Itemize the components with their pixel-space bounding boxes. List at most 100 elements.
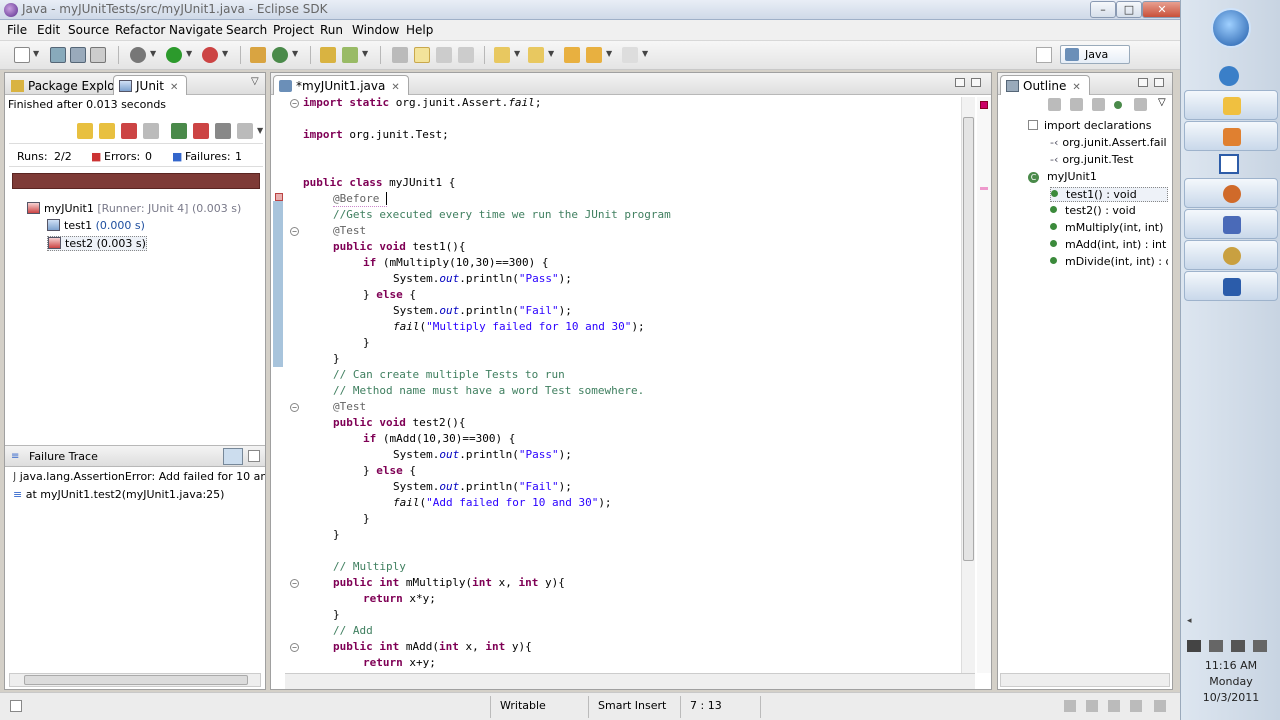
hide-non-public-icon[interactable] [1114,101,1122,109]
new-dropdown-icon[interactable]: ▼ [33,49,39,58]
test-suite-row[interactable]: myJUnit1 [Runner: JUnit 4] (0.003 s) [27,202,241,215]
forward-dropdown-icon[interactable]: ▼ [642,49,648,58]
clock-time[interactable]: 11:16 AM [1181,659,1280,672]
scroll-lock-icon[interactable] [143,123,159,139]
editor-horizontal-scrollbar[interactable] [285,673,975,689]
taskbar-button[interactable] [1184,90,1278,120]
search-dropdown-icon[interactable]: ▼ [362,49,368,58]
menu-source[interactable]: Source [68,23,109,37]
fold-toggle-icon[interactable]: − [290,403,299,412]
close-editor-tab-icon[interactable]: ✕ [391,82,399,93]
save-all-icon[interactable] [70,47,86,63]
previous-annotation-dropdown-icon[interactable]: ▼ [548,49,554,58]
scrollbar-thumb[interactable] [963,117,974,561]
next-failure-icon[interactable] [77,123,93,139]
last-edit-location-icon[interactable] [564,47,580,63]
outline-item-class[interactable]: CmyJUnit1 [1028,170,1198,183]
menu-navigate[interactable]: Navigate [169,23,223,37]
taskbar-button[interactable] [1184,209,1278,239]
open-task-icon[interactable] [342,47,358,63]
block-selection-icon[interactable] [436,47,452,63]
flag-icon[interactable] [1187,640,1201,652]
hide-static-icon[interactable] [1092,98,1105,111]
status-tool-icon[interactable] [1064,700,1076,712]
outline-item-method[interactable]: test2() : void [1050,204,1168,217]
menu-search[interactable]: Search [226,23,267,37]
overview-marker[interactable] [980,187,988,190]
menu-refactor[interactable]: Refactor [115,23,165,37]
status-tool-icon[interactable] [1108,700,1120,712]
close-outline-tab-icon[interactable]: ✕ [1072,82,1080,93]
show-failures-only-icon[interactable] [121,123,137,139]
device-icon[interactable] [1209,640,1223,652]
run-dropdown-icon[interactable]: ▼ [186,49,192,58]
menu-run[interactable]: Run [320,23,343,37]
outline-item-method[interactable]: mAdd(int, int) : int [1050,238,1168,251]
print-icon[interactable] [90,47,106,63]
close-button[interactable]: ✕ [1142,1,1182,18]
fold-toggle-icon[interactable]: − [290,99,299,108]
trace-line[interactable]: ≡ at myJUnit1.test2(myJUnit1.java:25) [13,488,265,501]
network-icon[interactable] [1231,640,1245,652]
status-tool-icon[interactable] [1130,700,1142,712]
history-dropdown-icon[interactable]: ▼ [257,126,263,135]
taskbar-button[interactable] [1184,121,1278,151]
new-class-icon[interactable] [272,47,288,63]
window-icon[interactable] [1219,154,1239,174]
filter-stack-icon[interactable] [248,450,260,462]
hide-fields-icon[interactable] [1070,98,1083,111]
outline-menu-chevron-down-icon[interactable]: ▽ [1158,97,1166,108]
close-junit-tab-icon[interactable]: ✕ [170,82,178,93]
open-type-icon[interactable] [320,47,336,63]
outline-item-method[interactable]: test1() : void [1050,187,1168,202]
maximize-outline-icon[interactable] [1154,78,1164,87]
minimize-button[interactable]: – [1090,1,1116,18]
tab-myjunit1-java[interactable]: *myJUnit1.java ✕ [273,75,409,95]
trace-line[interactable]: J java.lang.AssertionError: Add failed f… [13,470,265,483]
fold-toggle-icon[interactable]: − [290,643,299,652]
fold-toggle-icon[interactable]: − [290,227,299,236]
code-area[interactable]: − import static org.junit.Assert.fail; i… [285,95,965,673]
warning-marker-icon[interactable] [275,193,283,201]
outline-item-imports[interactable]: import declarations [1028,119,1198,132]
back-dropdown-icon[interactable]: ▼ [606,49,612,58]
new-class-dropdown-icon[interactable]: ▼ [292,49,298,58]
new-package-icon[interactable] [250,47,266,63]
outline-horizontal-scrollbar[interactable] [1000,673,1170,687]
outline-item-method[interactable]: mDivide(int, int) : d [1050,255,1168,268]
debug-dropdown-icon[interactable]: ▼ [150,49,156,58]
minimize-outline-icon[interactable] [1138,78,1148,87]
external-tools-dropdown-icon[interactable]: ▼ [222,49,228,58]
menu-edit[interactable]: Edit [37,23,60,37]
tab-junit[interactable]: JUnit ✕ [113,75,188,95]
fold-toggle-icon[interactable]: − [290,579,299,588]
editor-vertical-scrollbar[interactable] [961,97,975,673]
maximize-button[interactable]: □ [1116,1,1142,18]
java-perspective-button[interactable]: Java [1060,45,1130,64]
rerun-test-icon[interactable] [171,123,187,139]
menu-file[interactable]: File [7,23,27,37]
menu-project[interactable]: Project [273,23,314,37]
new-icon[interactable] [14,47,30,63]
error-summary-icon[interactable] [980,101,988,109]
sort-icon[interactable] [1048,98,1061,111]
scrollbar-thumb[interactable] [24,675,248,685]
external-tools-icon[interactable] [202,47,218,63]
status-tool-icon[interactable] [1154,700,1166,712]
back-icon[interactable] [586,47,602,63]
mark-occurrences-icon[interactable] [414,47,430,63]
menu-help[interactable]: Help [406,23,433,37]
debug-gear-icon[interactable] [130,47,146,63]
previous-failure-icon[interactable] [99,123,115,139]
tab-outline[interactable]: Outline ✕ [1000,75,1090,95]
fast-view-icon[interactable] [10,700,22,712]
taskbar-button[interactable] [1184,240,1278,270]
hide-local-types-icon[interactable] [1134,98,1147,111]
minimize-editor-icon[interactable] [955,78,965,87]
menu-window[interactable]: Window [352,23,399,37]
save-icon[interactable] [50,47,66,63]
taskbar-button[interactable] [1184,271,1278,301]
start-button[interactable] [1211,8,1251,48]
status-tool-icon[interactable] [1086,700,1098,712]
test-row-test1[interactable]: test1 (0.000 s) [47,219,145,232]
